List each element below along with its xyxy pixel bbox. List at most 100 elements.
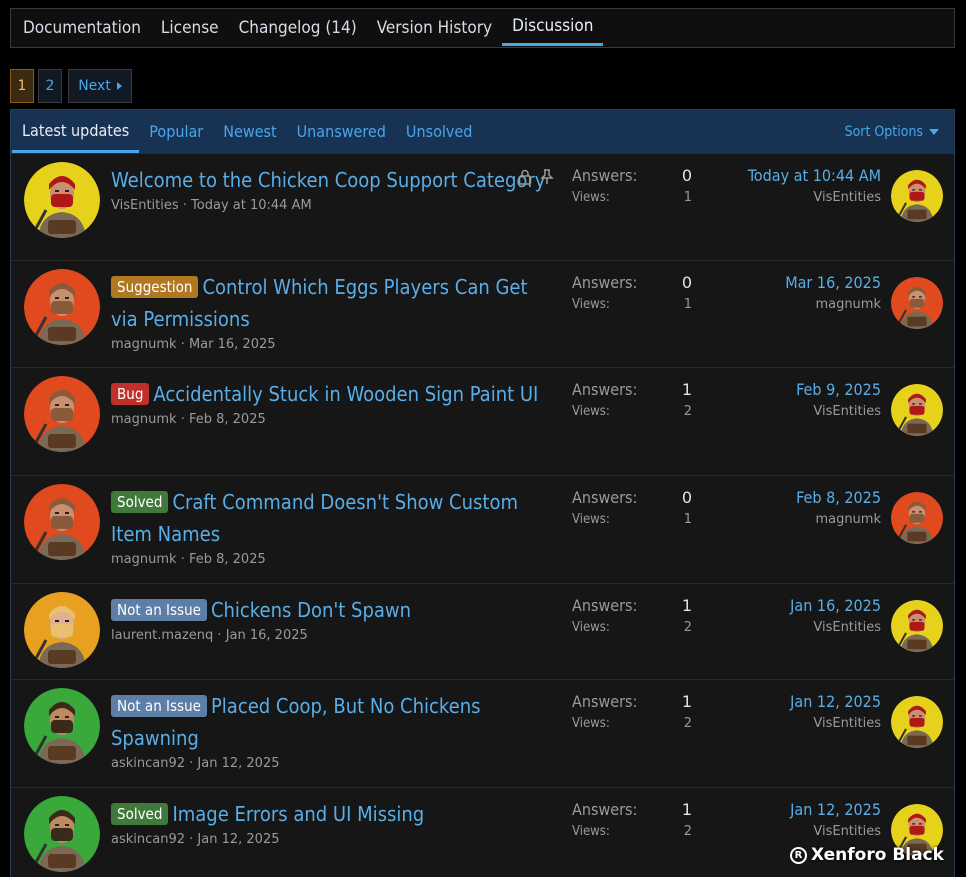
last-poster-avatar[interactable] — [891, 277, 943, 329]
answers-stat: Answers: 1 — [572, 692, 692, 711]
thread-row: Bug Accidentally Stuck in Wooden Sign Pai… — [11, 367, 954, 475]
last-poster-avatar[interactable] — [891, 492, 943, 544]
last-post-user[interactable]: VisEntities — [681, 404, 881, 419]
thread-title-line: Not an Issue Chickens Don't Spawn — [111, 594, 551, 626]
last-post-date[interactable]: Feb 9, 2025 — [681, 380, 881, 399]
thread-title-line: Welcome to the Chicken Coop Support Cate… — [111, 164, 551, 196]
last-poster-avatar[interactable] — [891, 696, 943, 748]
tab-discussion[interactable]: Discussion — [502, 9, 604, 46]
views-label: Views: — [572, 297, 610, 312]
thread-stats: Answers: 1 Views: 2 — [572, 800, 692, 839]
thread-start-date[interactable]: Feb 8, 2025 — [189, 412, 266, 427]
watermark-text: Xenforo Black — [811, 845, 944, 865]
last-post: Feb 9, 2025 VisEntities — [681, 380, 881, 419]
filter-newest[interactable]: Newest — [213, 110, 286, 153]
answers-label: Answers: — [572, 692, 638, 711]
next-page-button[interactable]: Next — [68, 69, 132, 103]
last-poster-avatar[interactable] — [891, 170, 943, 222]
thread-meta: magnumk · Feb 8, 2025 — [111, 412, 551, 427]
thread-prefix-label[interactable]: Suggestion — [111, 276, 199, 298]
views-stat: Views: 2 — [572, 716, 692, 731]
thread-author-link[interactable]: magnumk — [111, 412, 177, 427]
sort-options-button[interactable]: Sort Options — [845, 110, 939, 153]
last-post: Jan 12, 2025 VisEntities — [681, 800, 881, 839]
thread-title-line: Not an Issue Placed Coop, But No Chickens… — [111, 690, 551, 754]
page-2-button[interactable]: 2 — [38, 69, 62, 103]
thread-row: Solved Craft Command Doesn't Show Custom … — [11, 475, 954, 583]
thread-start-date[interactable]: Mar 16, 2025 — [189, 337, 276, 352]
thread-title-link[interactable]: Accidentally Stuck in Wooden Sign Paint … — [153, 382, 538, 406]
meta-separator: · — [185, 832, 198, 847]
thread-start-date[interactable]: Jan 12, 2025 — [197, 832, 279, 847]
tab-version-history[interactable]: Version History — [367, 9, 502, 46]
last-post-user[interactable]: magnumk — [681, 512, 881, 527]
filter-unsolved[interactable]: Unsolved — [396, 110, 482, 153]
answers-label: Answers: — [572, 273, 638, 292]
thread-title-link[interactable]: Chickens Don't Spawn — [211, 598, 411, 622]
page-1-button[interactable]: 1 — [10, 69, 34, 103]
thread-prefix-label[interactable]: Bug — [111, 383, 150, 405]
answers-stat: Answers: 1 — [572, 800, 692, 819]
filter-latest-updates[interactable]: Latest updates — [12, 110, 140, 153]
thread-prefix-label[interactable]: Not an Issue — [111, 695, 207, 717]
thread-main: Suggestion Control Which Eggs Players Can… — [111, 271, 551, 352]
thread-prefix-label[interactable]: Not an Issue — [111, 599, 207, 621]
last-poster-avatar[interactable] — [891, 600, 943, 652]
last-post-date[interactable]: Jan 16, 2025 — [681, 596, 881, 615]
last-poster-avatar[interactable] — [891, 384, 943, 436]
author-avatar[interactable] — [24, 688, 100, 764]
last-post: Mar 16, 2025 magnumk — [681, 273, 881, 312]
last-post-user[interactable]: magnumk — [681, 297, 881, 312]
answers-stat: Answers: 1 — [572, 380, 692, 399]
last-post: Jan 16, 2025 VisEntities — [681, 596, 881, 635]
thread-start-date[interactable]: Jan 16, 2025 — [226, 628, 308, 643]
filter-popular[interactable]: Popular — [139, 110, 213, 153]
author-avatar[interactable] — [24, 592, 100, 668]
author-avatar[interactable] — [24, 484, 100, 560]
author-avatar[interactable] — [24, 376, 100, 452]
thread-stats: Answers: 1 Views: 2 — [572, 380, 692, 419]
last-post-user[interactable]: VisEntities — [681, 716, 881, 731]
tab-changelog[interactable]: Changelog (14) — [229, 9, 367, 46]
last-post-date[interactable]: Feb 8, 2025 — [681, 488, 881, 507]
author-avatar[interactable] — [24, 796, 100, 872]
lock-icon — [518, 169, 532, 185]
tab-license[interactable]: License — [151, 9, 229, 46]
thread-start-date[interactable]: Today at 10:44 AM — [191, 198, 312, 213]
thread-title-line: Solved Craft Command Doesn't Show Custom … — [111, 486, 551, 550]
author-avatar[interactable] — [24, 162, 100, 238]
thread-author-link[interactable]: laurent.mazenq — [111, 628, 213, 643]
thread-prefix-label[interactable]: Solved — [111, 491, 169, 513]
thread-main: Not an Issue Chickens Don't Spawn laurent.… — [111, 594, 551, 643]
thread-title-line: Bug Accidentally Stuck in Wooden Sign Pai… — [111, 378, 551, 410]
last-post-date[interactable]: Mar 16, 2025 — [681, 273, 881, 292]
thread-title-link[interactable]: Welcome to the Chicken Coop Support Cate… — [111, 168, 545, 192]
last-post-date[interactable]: Jan 12, 2025 — [681, 800, 881, 819]
thread-author-link[interactable]: askincan92 — [111, 832, 185, 847]
thread-main: Solved Craft Command Doesn't Show Custom … — [111, 486, 551, 567]
last-post-user[interactable]: VisEntities — [681, 824, 881, 839]
thread-row: Suggestion Control Which Eggs Players Can… — [11, 260, 954, 367]
thread-author-link[interactable]: magnumk — [111, 552, 177, 567]
thread-start-date[interactable]: Feb 8, 2025 — [189, 552, 266, 567]
last-post-user[interactable]: VisEntities — [681, 620, 881, 635]
last-post-user[interactable]: VisEntities — [681, 190, 881, 205]
thread-main: Welcome to the Chicken Coop Support Cate… — [111, 164, 551, 213]
chevron-right-icon — [116, 82, 122, 90]
last-post-date[interactable]: Jan 12, 2025 — [681, 692, 881, 711]
thread-stats: Answers: 0 Views: 1 — [572, 273, 692, 312]
views-label: Views: — [572, 512, 610, 527]
last-post-date[interactable]: Today at 10:44 AM — [681, 166, 881, 185]
tab-documentation[interactable]: Documentation — [13, 9, 151, 46]
thread-main: Solved Image Errors and UI Missing askinca… — [111, 798, 551, 847]
author-avatar[interactable] — [24, 269, 100, 345]
thread-start-date[interactable]: Jan 12, 2025 — [197, 756, 279, 771]
thread-author-link[interactable]: VisEntities — [111, 198, 179, 213]
thread-title-link[interactable]: Image Errors and UI Missing — [172, 802, 424, 826]
thread-prefix-label[interactable]: Solved — [111, 803, 169, 825]
thread-title-link[interactable]: Craft Command Doesn't Show Custom Item N… — [111, 490, 518, 546]
thread-author-link[interactable]: askincan92 — [111, 756, 185, 771]
answers-stat: Answers: 0 — [572, 488, 692, 507]
thread-author-link[interactable]: magnumk — [111, 337, 177, 352]
filter-unanswered[interactable]: Unanswered — [287, 110, 396, 153]
